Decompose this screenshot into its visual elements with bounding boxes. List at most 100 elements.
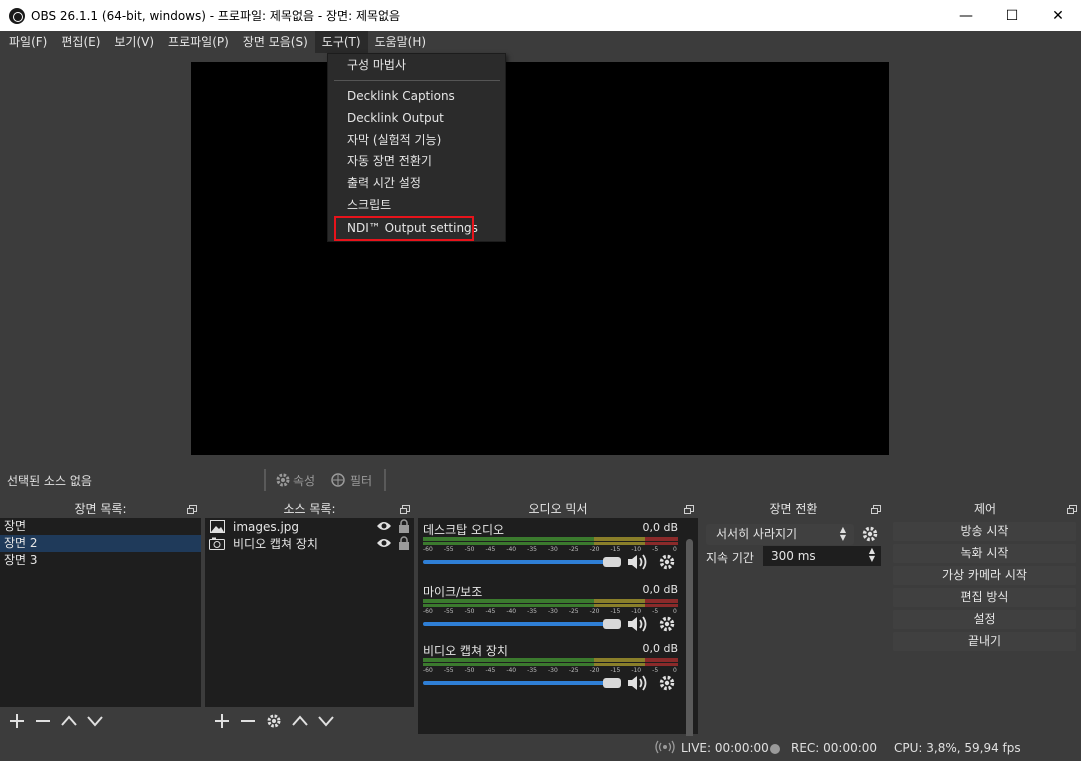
duration-label: 지속 기간 bbox=[706, 551, 754, 565]
maximize-button[interactable]: ☐ bbox=[989, 0, 1035, 31]
camera-icon bbox=[209, 537, 225, 551]
remove-source-button[interactable] bbox=[235, 709, 261, 733]
menu-help[interactable]: 도움말(H) bbox=[368, 31, 434, 53]
source-properties-button[interactable] bbox=[261, 709, 287, 733]
properties-button[interactable]: 속성 bbox=[275, 470, 315, 490]
controls-header: 제어 bbox=[973, 502, 997, 516]
source-item[interactable]: images.jpg bbox=[205, 518, 414, 535]
meter-tick-label: 0 bbox=[673, 608, 677, 615]
minimize-button[interactable]: — bbox=[943, 0, 989, 31]
move-source-down-button[interactable] bbox=[313, 709, 339, 733]
float-icon[interactable] bbox=[187, 505, 197, 514]
menu-item-decklink-output[interactable]: Decklink Output bbox=[328, 108, 505, 129]
meter-tick-label: -25 bbox=[568, 546, 579, 553]
dock-header: 소스 목록: bbox=[205, 500, 414, 518]
gear-icon[interactable] bbox=[658, 674, 676, 695]
start-virtual-camera-button[interactable]: 가상 카메라 시작 bbox=[893, 566, 1076, 585]
scene-item[interactable]: 장면 3 bbox=[0, 552, 201, 569]
menu-tools[interactable]: 도구(T) bbox=[314, 31, 368, 53]
lock-icon[interactable] bbox=[398, 536, 410, 553]
meter-tick-label: -60 bbox=[423, 546, 433, 553]
menu-bar: 파일(F) 편집(E) 보기(V) 프로파일(P) 장면 모음(S) 도구(T)… bbox=[0, 31, 1081, 53]
meter-tick-label: -25 bbox=[568, 667, 579, 674]
speaker-icon[interactable] bbox=[626, 614, 650, 637]
start-streaming-button[interactable]: 방송 시작 bbox=[893, 522, 1076, 541]
float-icon[interactable] bbox=[400, 505, 410, 514]
meter-tick-label: -20 bbox=[589, 608, 600, 615]
duration-stepper[interactable]: ▲ ▼ bbox=[865, 547, 879, 564]
meter-tick-label: 0 bbox=[673, 667, 677, 674]
channel-db: 0,0 dB bbox=[642, 583, 678, 596]
volume-slider-handle[interactable] bbox=[603, 678, 621, 688]
move-scene-up-button[interactable] bbox=[56, 709, 82, 733]
filter-icon bbox=[331, 473, 345, 487]
volume-slider-handle[interactable] bbox=[603, 619, 621, 629]
float-icon[interactable] bbox=[684, 505, 694, 514]
chevron-updown-icon[interactable]: ▲ ▼ bbox=[836, 526, 850, 543]
gear-icon[interactable] bbox=[861, 525, 879, 546]
move-source-up-button[interactable] bbox=[287, 709, 313, 733]
float-icon[interactable] bbox=[1067, 505, 1077, 514]
obs-logo-icon bbox=[9, 7, 25, 24]
eye-icon[interactable] bbox=[376, 520, 392, 535]
meter-tick-label: -45 bbox=[485, 667, 496, 674]
scenes-header: 장면 목록: bbox=[74, 502, 127, 516]
menu-edit[interactable]: 편집(E) bbox=[54, 31, 107, 53]
record-icon bbox=[770, 744, 780, 754]
volume-slider[interactable] bbox=[423, 681, 621, 685]
move-scene-down-button[interactable] bbox=[82, 709, 108, 733]
mixer-scrollbar[interactable] bbox=[686, 539, 693, 749]
float-icon[interactable] bbox=[871, 505, 881, 514]
sources-list: images.jpg 비디오 캡쳐 장치 bbox=[205, 518, 414, 707]
menu-item-captions[interactable]: 자막 (실험적 기능) bbox=[328, 130, 505, 151]
image-icon bbox=[209, 520, 225, 534]
scene-item[interactable]: 장면 bbox=[0, 518, 201, 535]
menu-profile[interactable]: 프로파일(P) bbox=[161, 31, 236, 53]
channel-db: 0,0 dB bbox=[642, 642, 678, 655]
filters-button[interactable]: 필터 bbox=[330, 470, 372, 490]
controls-dock: 제어 방송 시작 녹화 시작 가상 카메라 시작 편집 방식 설정 끝내기 bbox=[889, 500, 1081, 734]
menu-item-decklink-captions[interactable]: Decklink Captions bbox=[328, 86, 505, 107]
volume-slider[interactable] bbox=[423, 622, 621, 626]
properties-label: 속성 bbox=[293, 473, 316, 488]
settings-button[interactable]: 설정 bbox=[893, 610, 1076, 629]
start-recording-button[interactable]: 녹화 시작 bbox=[893, 544, 1076, 563]
gear-icon[interactable] bbox=[658, 615, 676, 636]
meter-tick-label: -20 bbox=[589, 667, 600, 674]
exit-button[interactable]: 끝내기 bbox=[893, 632, 1076, 651]
speaker-icon[interactable] bbox=[626, 552, 650, 575]
volume-slider[interactable] bbox=[423, 560, 621, 564]
menu-view[interactable]: 보기(V) bbox=[107, 31, 161, 53]
eye-icon[interactable] bbox=[376, 537, 392, 552]
meter-tick-label: -20 bbox=[589, 546, 600, 553]
menu-scene-collection[interactable]: 장면 모음(S) bbox=[236, 31, 315, 53]
preview-canvas[interactable] bbox=[191, 62, 889, 455]
speaker-icon[interactable] bbox=[626, 673, 650, 696]
menu-item-output-timer[interactable]: 출력 시간 설정 bbox=[328, 173, 505, 194]
menu-file[interactable]: 파일(F) bbox=[2, 31, 54, 53]
close-button[interactable]: ✕ bbox=[1035, 0, 1081, 31]
add-scene-button[interactable] bbox=[4, 709, 30, 733]
sources-header: 소스 목록: bbox=[283, 502, 336, 516]
dock-header: 장면 전환 bbox=[702, 500, 885, 518]
gear-icon bbox=[276, 473, 290, 487]
transition-select[interactable]: 서서히 사라지기 bbox=[706, 524, 854, 545]
controls-body: 방송 시작 녹화 시작 가상 카메라 시작 편집 방식 설정 끝내기 bbox=[889, 518, 1081, 734]
menu-item-scripts[interactable]: 스크립트 bbox=[328, 195, 505, 216]
gear-icon[interactable] bbox=[658, 553, 676, 574]
menu-item-setup-wizard[interactable]: 구성 마법사 bbox=[328, 55, 505, 76]
studio-mode-button[interactable]: 편집 방식 bbox=[893, 588, 1076, 607]
add-source-button[interactable] bbox=[209, 709, 235, 733]
mixer-channel: 비디오 캡쳐 장치 0,0 dB -60 -55 -50 -45 -40 -35 -30 -2… bbox=[422, 642, 682, 700]
volume-slider-handle[interactable] bbox=[603, 557, 621, 567]
duration-input[interactable]: 300 ms bbox=[763, 546, 881, 566]
menu-item-auto-scene-switcher[interactable]: 자동 장면 전환기 bbox=[328, 151, 505, 172]
source-item[interactable]: 비디오 캡쳐 장치 bbox=[205, 535, 414, 552]
mixer-channel: 마이크/보조 0,0 dB -60 -55 -50 -45 -40 -35 -30 -25 -2… bbox=[422, 583, 682, 641]
chevron-down-icon bbox=[87, 715, 103, 727]
lock-icon[interactable] bbox=[398, 519, 410, 536]
chevron-down-icon bbox=[318, 715, 334, 727]
meter-tick-label: -5 bbox=[652, 667, 659, 674]
remove-scene-button[interactable] bbox=[30, 709, 56, 733]
scene-item-selected[interactable]: 장면 2 bbox=[0, 535, 201, 552]
